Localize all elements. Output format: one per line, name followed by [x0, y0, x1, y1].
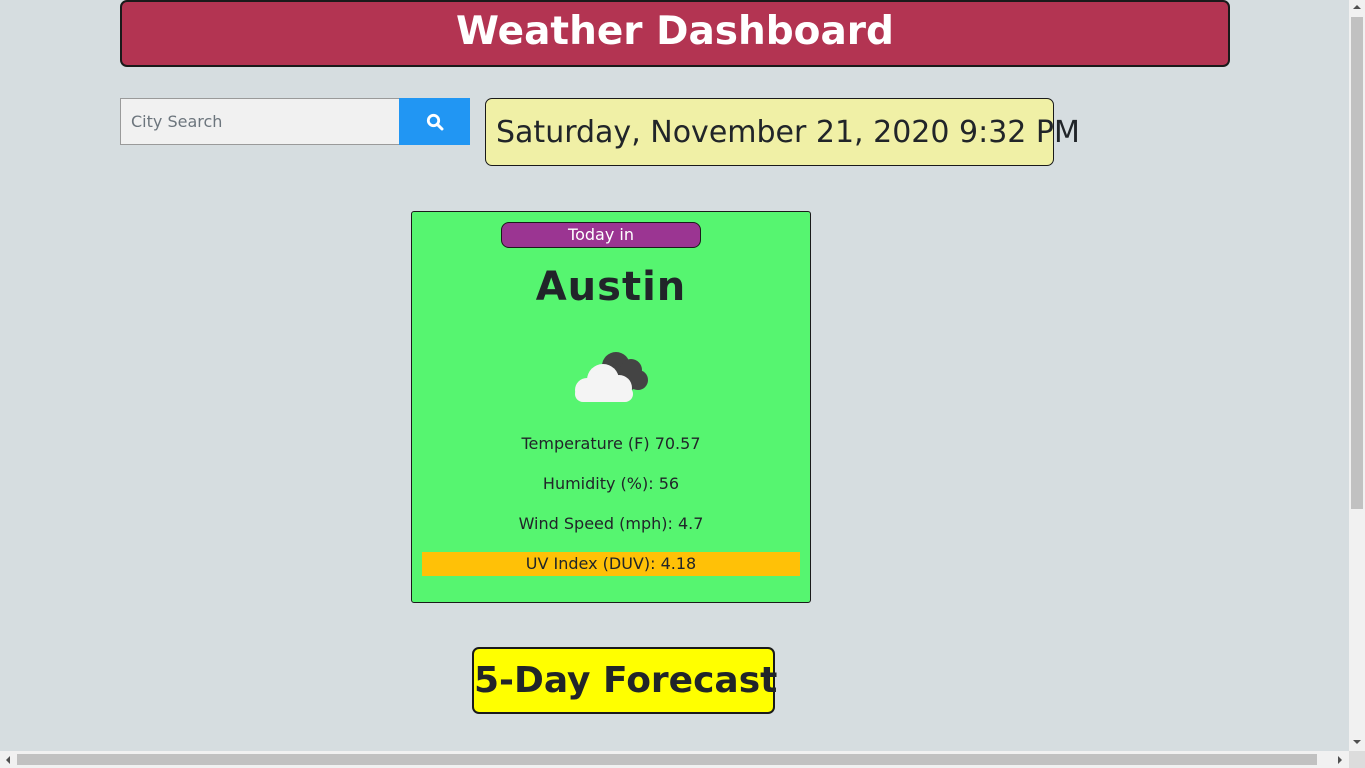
horizontal-scrollbar-thumb[interactable] — [17, 754, 1317, 765]
cloudy-icon — [575, 352, 648, 402]
scroll-up-icon[interactable] — [1353, 5, 1361, 9]
temperature-text: Temperature (F) 70.57 — [521, 434, 701, 453]
scroll-left-icon[interactable] — [6, 756, 10, 764]
today-weather-card: Today in Austin Temperature (F) 70.57 Hu… — [411, 211, 811, 603]
forecast-heading: 5-Day Forecast — [472, 647, 777, 714]
wind-speed-text: Wind Speed (mph): 4.7 — [518, 514, 704, 533]
today-badge: Today in — [501, 222, 701, 248]
search-icon — [426, 113, 443, 130]
humidity-text: Humidity (%): 56 — [542, 474, 680, 493]
scroll-down-icon[interactable] — [1353, 740, 1361, 744]
vertical-scrollbar[interactable] — [1349, 0, 1365, 751]
city-name: Austin — [535, 264, 687, 310]
vertical-scrollbar-thumb[interactable] — [1351, 17, 1363, 509]
page: Weather Dashboard Saturday, November 21,… — [0, 0, 1349, 751]
uv-index-badge: UV Index (DUV): 4.18 — [422, 552, 800, 576]
current-datetime: Saturday, November 21, 2020 9:32 PM — [485, 98, 1080, 166]
search-button[interactable] — [399, 98, 470, 145]
horizontal-scrollbar[interactable] — [0, 751, 1349, 768]
page-title: Weather Dashboard — [120, 0, 1230, 67]
scroll-right-icon[interactable] — [1338, 756, 1342, 764]
scrollbar-corner — [1349, 751, 1365, 768]
city-search-input[interactable] — [120, 98, 400, 145]
